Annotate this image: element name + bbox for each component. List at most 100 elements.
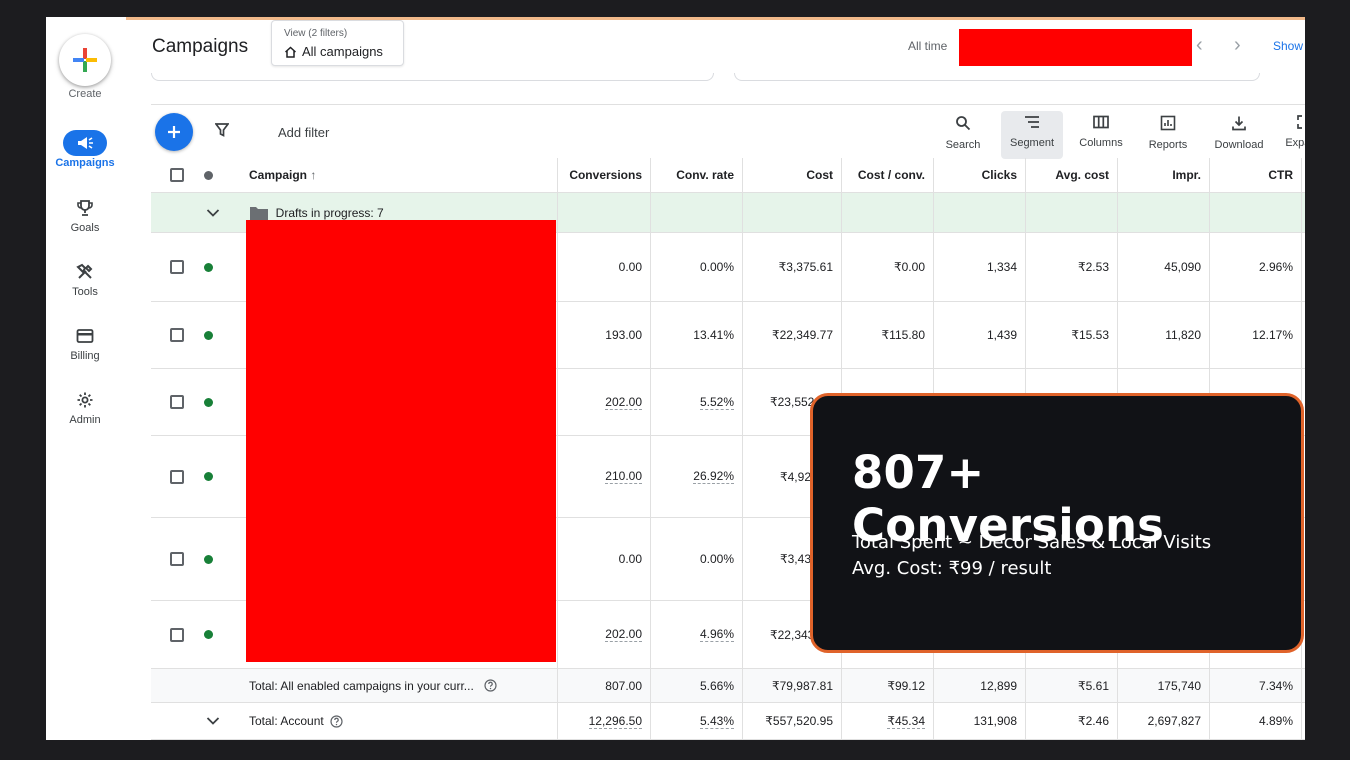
account-ctr: 4.89% bbox=[1258, 714, 1293, 728]
show-link[interactable]: Show bbox=[1273, 39, 1303, 53]
total-conversions: 807.00 bbox=[605, 678, 642, 693]
total-account-row: Total: Account 12,296.50 5.43% ₹557,520.… bbox=[151, 703, 1305, 740]
sidebar-item-label: Tools bbox=[72, 286, 98, 298]
segment-button[interactable]: Segment bbox=[1001, 111, 1063, 159]
cell-clicks: 1,439 bbox=[986, 328, 1017, 342]
add-filter-link[interactable]: Add filter bbox=[278, 125, 329, 140]
column-divider bbox=[557, 158, 558, 740]
column-header-conv-rate[interactable]: Conv. rate bbox=[650, 158, 742, 192]
row-checkbox[interactable] bbox=[170, 395, 184, 409]
cell-ctr: 2.96% bbox=[1258, 260, 1293, 274]
sidebar-item-label: Campaigns bbox=[55, 157, 115, 169]
gear-icon bbox=[77, 392, 93, 408]
add-campaign-button[interactable] bbox=[155, 113, 193, 151]
sidebar-item-goals[interactable]: Goals bbox=[46, 195, 124, 234]
next-period-icon[interactable]: › bbox=[1234, 34, 1241, 57]
enabled-status-dot bbox=[204, 630, 213, 639]
account-impr: 2,697,827 bbox=[1147, 714, 1201, 728]
cell-conversions[interactable]: 202.00 bbox=[605, 627, 642, 642]
help-icon[interactable] bbox=[330, 714, 343, 728]
home-icon bbox=[284, 45, 297, 58]
account-conv-rate[interactable]: 5.43% bbox=[699, 714, 734, 729]
previous-period-icon[interactable]: ‹ bbox=[1196, 34, 1203, 57]
column-header-avg-cost[interactable]: Avg. cost bbox=[1025, 158, 1117, 192]
column-divider bbox=[650, 158, 651, 740]
row-checkbox[interactable] bbox=[170, 469, 184, 484]
cell-impr: 11,820 bbox=[1165, 328, 1201, 342]
create-label: Create bbox=[68, 88, 102, 100]
account-cost: ₹557,520.95 bbox=[765, 714, 833, 728]
sidebar-item-billing[interactable]: Billing bbox=[46, 323, 124, 362]
reports-button[interactable]: Reports bbox=[1141, 111, 1195, 159]
enabled-status-dot bbox=[204, 262, 213, 272]
sidebar-item-admin[interactable]: Admin bbox=[46, 387, 124, 426]
sort-ascending-icon: ↑ bbox=[310, 168, 317, 182]
cell-conv-rate: 0.00% bbox=[699, 260, 734, 274]
cell-conversions: 0.00 bbox=[618, 552, 642, 566]
view-selector[interactable]: View (2 filters) All campaigns bbox=[271, 20, 404, 66]
card-line-total-spent: Total Spent ~ Decor Sales & Local Visits bbox=[852, 532, 1212, 553]
cell-conv-rate[interactable]: 26.92% bbox=[693, 469, 734, 484]
total-ctr: 7.34% bbox=[1258, 678, 1293, 693]
column-header-clicks[interactable]: Clicks bbox=[933, 158, 1025, 192]
redacted-date-range bbox=[959, 29, 1192, 66]
column-header-impr[interactable]: Impr. bbox=[1117, 158, 1209, 192]
row-checkbox[interactable] bbox=[170, 328, 184, 342]
megaphone-icon bbox=[78, 137, 93, 149]
cell-conv-rate[interactable]: 4.96% bbox=[699, 627, 734, 642]
search-button[interactable]: Search bbox=[937, 111, 989, 159]
expand-button[interactable]: Expand bbox=[1281, 111, 1305, 159]
cell-conversions[interactable]: 202.00 bbox=[605, 395, 642, 410]
create-button[interactable] bbox=[59, 34, 111, 86]
cell-cost-per-conv: ₹0.00 bbox=[894, 260, 925, 274]
column-header-conversions[interactable]: Conversions bbox=[557, 158, 650, 192]
credit-card-icon bbox=[76, 329, 94, 343]
cell-cost: ₹22,349.77 bbox=[771, 328, 833, 342]
account-conversions[interactable]: 12,296.50 bbox=[588, 714, 642, 729]
total-conv-rate: 5.66% bbox=[699, 678, 734, 693]
total-enabled-row: Total: All enabled campaigns in your cur… bbox=[151, 669, 1305, 703]
download-button[interactable]: Download bbox=[1206, 111, 1272, 159]
cell-conv-rate[interactable]: 5.52% bbox=[699, 395, 734, 410]
account-avg-cost: ₹2.46 bbox=[1078, 714, 1109, 728]
enabled-status-dot bbox=[204, 330, 213, 340]
column-header-campaign[interactable]: Campaign ↑ bbox=[249, 158, 316, 192]
cell-avg-cost: ₹2.53 bbox=[1078, 260, 1109, 274]
expand-icon bbox=[1297, 115, 1302, 129]
total-avg-cost: ₹5.61 bbox=[1078, 678, 1109, 693]
total-clicks: 12,899 bbox=[980, 678, 1017, 693]
columns-button[interactable]: Columns bbox=[1073, 111, 1129, 159]
row-checkbox[interactable] bbox=[170, 260, 184, 274]
card-line-avg-cost: Avg. Cost: ₹99 / result bbox=[852, 558, 1052, 579]
row-checkbox[interactable] bbox=[170, 627, 184, 642]
filter-pill-left bbox=[151, 73, 714, 81]
filter-icon[interactable] bbox=[215, 123, 229, 137]
plus-color-icon bbox=[73, 48, 97, 72]
row-checkbox[interactable] bbox=[170, 552, 184, 566]
cell-conv-rate: 13.41% bbox=[693, 328, 734, 342]
cell-conversions[interactable]: 210.00 bbox=[605, 469, 642, 484]
table-toolbar: Add filter Search Segment Columns Report… bbox=[151, 104, 1305, 159]
cell-impr: 45,090 bbox=[1164, 260, 1201, 274]
trophy-icon bbox=[77, 200, 93, 216]
column-header-ctr[interactable]: CTR bbox=[1209, 158, 1301, 192]
help-icon[interactable] bbox=[484, 679, 497, 692]
segment-icon bbox=[1025, 116, 1039, 128]
page-title: Campaigns bbox=[152, 36, 249, 57]
cell-conversions: 193.00 bbox=[605, 328, 642, 342]
reports-icon bbox=[1160, 115, 1176, 131]
sidebar-item-campaigns[interactable]: Campaigns bbox=[46, 130, 124, 169]
chevron-down-icon[interactable] bbox=[206, 716, 220, 726]
chevron-down-icon[interactable] bbox=[206, 208, 220, 218]
sidebar-item-tools[interactable]: Tools bbox=[46, 259, 124, 298]
account-clicks: 131,908 bbox=[973, 714, 1017, 728]
sidebar-item-label: Billing bbox=[70, 350, 100, 362]
column-header-cost[interactable]: Cost bbox=[742, 158, 841, 192]
account-cost-per-conv[interactable]: ₹45.34 bbox=[887, 714, 925, 729]
view-filter-count: View (2 filters) bbox=[284, 28, 348, 39]
status-column-icon bbox=[204, 170, 213, 180]
search-icon bbox=[956, 116, 971, 131]
folder-icon bbox=[250, 206, 268, 220]
select-all-checkbox[interactable] bbox=[170, 168, 184, 182]
column-header-cost-per-conv[interactable]: Cost / conv. bbox=[841, 158, 933, 192]
